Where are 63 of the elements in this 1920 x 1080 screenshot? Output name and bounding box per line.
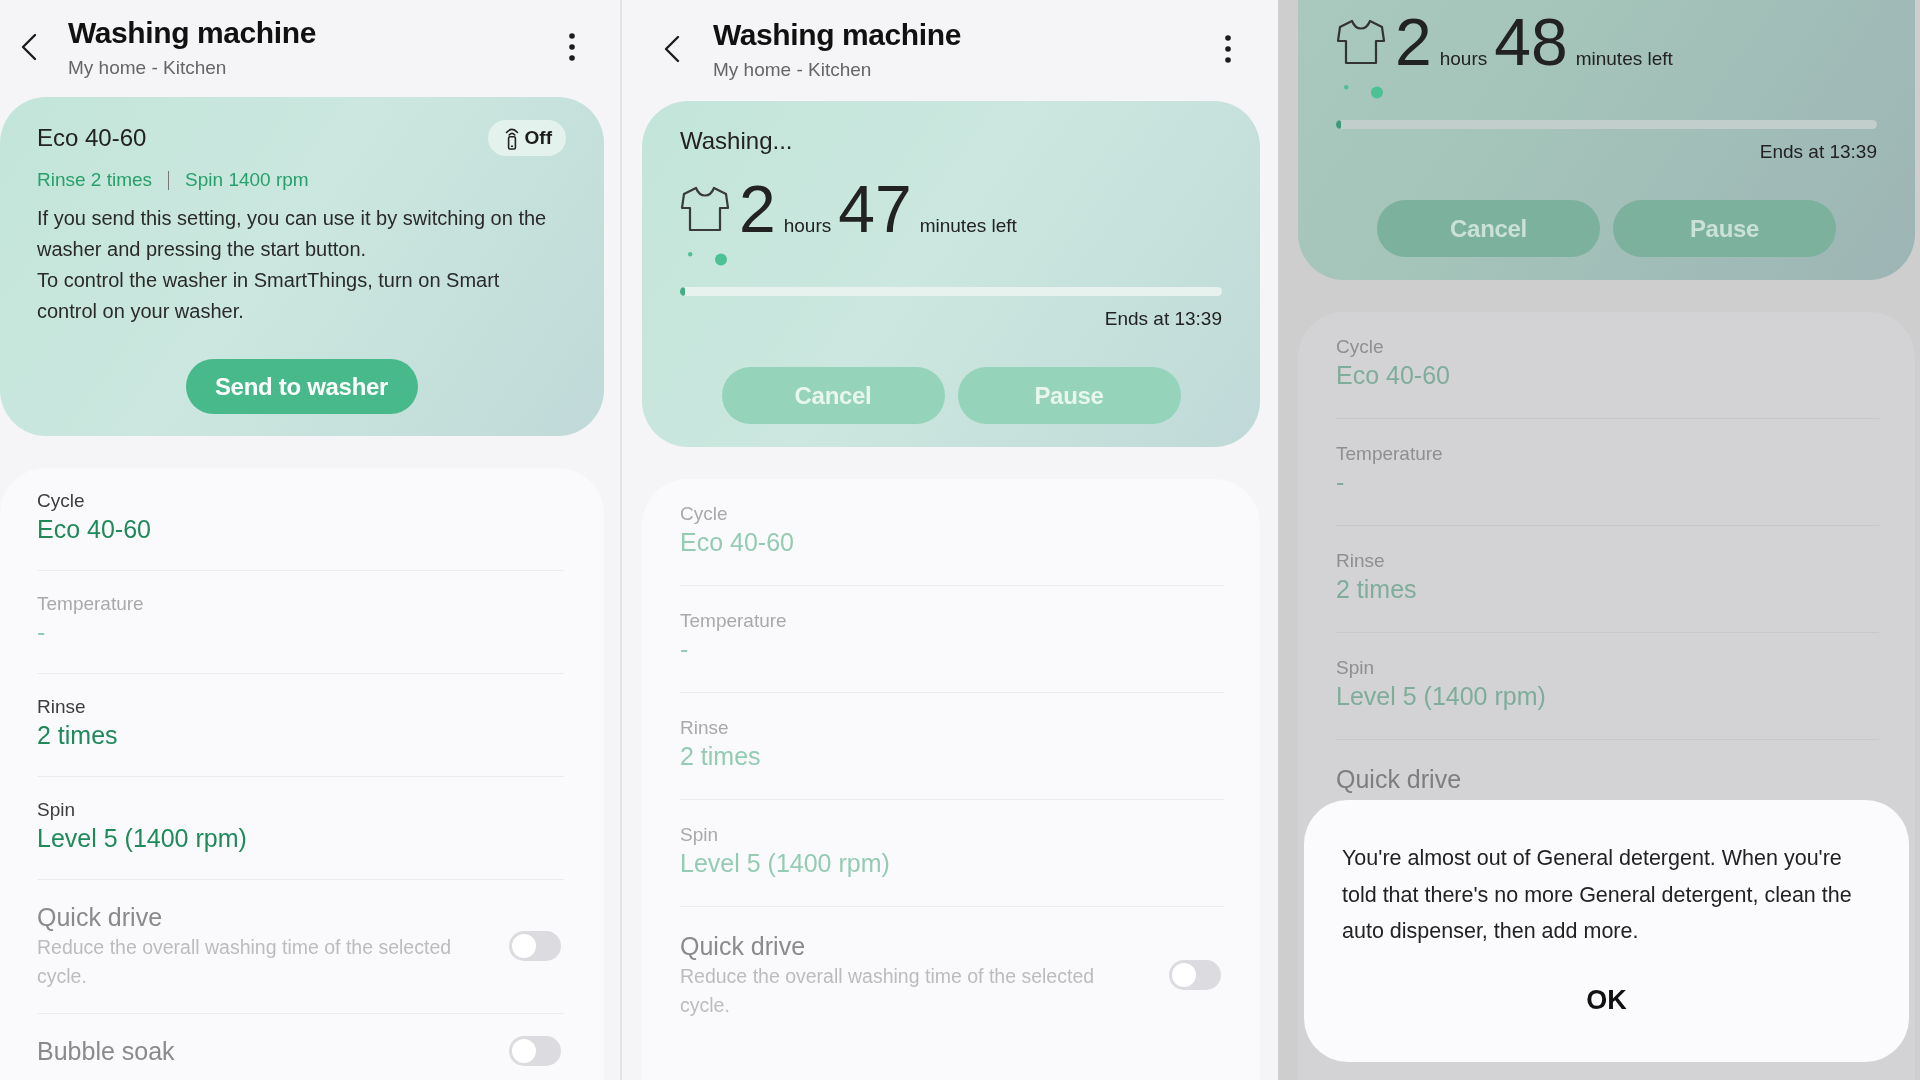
setting-value: Level 5 (1400 rpm) [37, 823, 248, 854]
setting-value: 2 times [1336, 574, 1418, 605]
setting-label: Temperature [680, 609, 788, 633]
setting-label: Spin [680, 823, 720, 847]
setting-value: 2 times [37, 720, 119, 751]
hours-value: 2 [739, 176, 776, 242]
setting-value: Eco 40-60 [680, 527, 795, 558]
end-time-text: Ends at 13:39 [1104, 307, 1222, 331]
setting-value: - [680, 634, 690, 665]
setting-label: Spin [1336, 656, 1376, 680]
setting-value: Level 5 (1400 rpm) [680, 848, 891, 879]
setting-value: - [37, 617, 47, 648]
shirt-icon [1336, 19, 1386, 65]
description-text: To control the washer in SmartThings, turn on Smart control on your washer. [37, 268, 501, 324]
send-button[interactable]: Send to washer [185, 359, 418, 414]
description-text: If you send this setting, you can use it by switching on the washer and pressing the start button. [37, 206, 548, 262]
setting-value: Eco 40-60 [37, 514, 152, 545]
screen-subtitle: My home - Kitchen [713, 58, 873, 82]
minutes-unit: minutes left [1575, 48, 1673, 70]
program-name: Eco 40-60 [37, 124, 147, 152]
screen-title: Washing machine [713, 17, 961, 53]
hours-unit: hours [783, 215, 832, 237]
option-text: Rinse 2 times [37, 168, 153, 192]
dialog-button[interactable]: OK [1562, 975, 1651, 1026]
screen-subtitle: My home - Kitchen [68, 56, 228, 80]
bubble-dots-icon [688, 252, 728, 266]
toggle-label: Quick drive [37, 902, 164, 933]
setting-value: 2 times [680, 741, 762, 772]
toggle-description: Reduce the overall washing time of the selected cycle. [37, 935, 453, 989]
setting-label: Spin [37, 798, 77, 822]
toggle-description: Reduce the overall washing time of the selected cycle. [680, 964, 1096, 1018]
setting-value: Eco 40-60 [1336, 360, 1451, 391]
setting-label: Cycle [1336, 335, 1385, 359]
setting-value: - [1336, 467, 1346, 498]
setting-label: Temperature [1336, 442, 1444, 466]
shirt-icon [680, 186, 730, 232]
setting-label: Temperature [37, 592, 145, 616]
setting-label: Cycle [680, 502, 729, 526]
setting-label: Rinse [1336, 549, 1386, 573]
setting-value: Level 5 (1400 rpm) [1336, 681, 1547, 712]
remote-status-text: Off [524, 127, 552, 149]
toggle-label: Bubble soak [37, 1036, 176, 1067]
setting-label: Cycle [37, 489, 86, 513]
dialog-message: You're almost out of General detergent. When you're told that there's no more General detergent, clean the auto dispenser, then add more. [1342, 845, 1853, 945]
hours-value: 2 [1395, 9, 1432, 75]
back-icon[interactable] [21, 33, 37, 61]
screen-title: Washing machine [68, 15, 316, 51]
bubble-dots-icon [1344, 85, 1384, 99]
minutes-value: 48 [1494, 9, 1568, 75]
more-options-icon[interactable] [1225, 35, 1231, 63]
more-options-icon[interactable] [569, 33, 575, 61]
setting-label: Rinse [680, 716, 730, 740]
setting-label: Rinse [37, 695, 87, 719]
minutes-unit: minutes left [919, 215, 1017, 237]
back-icon[interactable] [664, 35, 680, 63]
minutes-value: 47 [838, 176, 912, 242]
toggle-label: Quick drive [1336, 764, 1463, 795]
hours-unit: hours [1439, 48, 1488, 70]
status-text: Washing... [680, 126, 794, 156]
option-text: Spin 1400 rpm [185, 168, 309, 192]
toggle-label: Quick drive [680, 931, 807, 962]
phone-signal-icon [504, 126, 519, 150]
end-time-text: Ends at 13:39 [1759, 140, 1877, 164]
